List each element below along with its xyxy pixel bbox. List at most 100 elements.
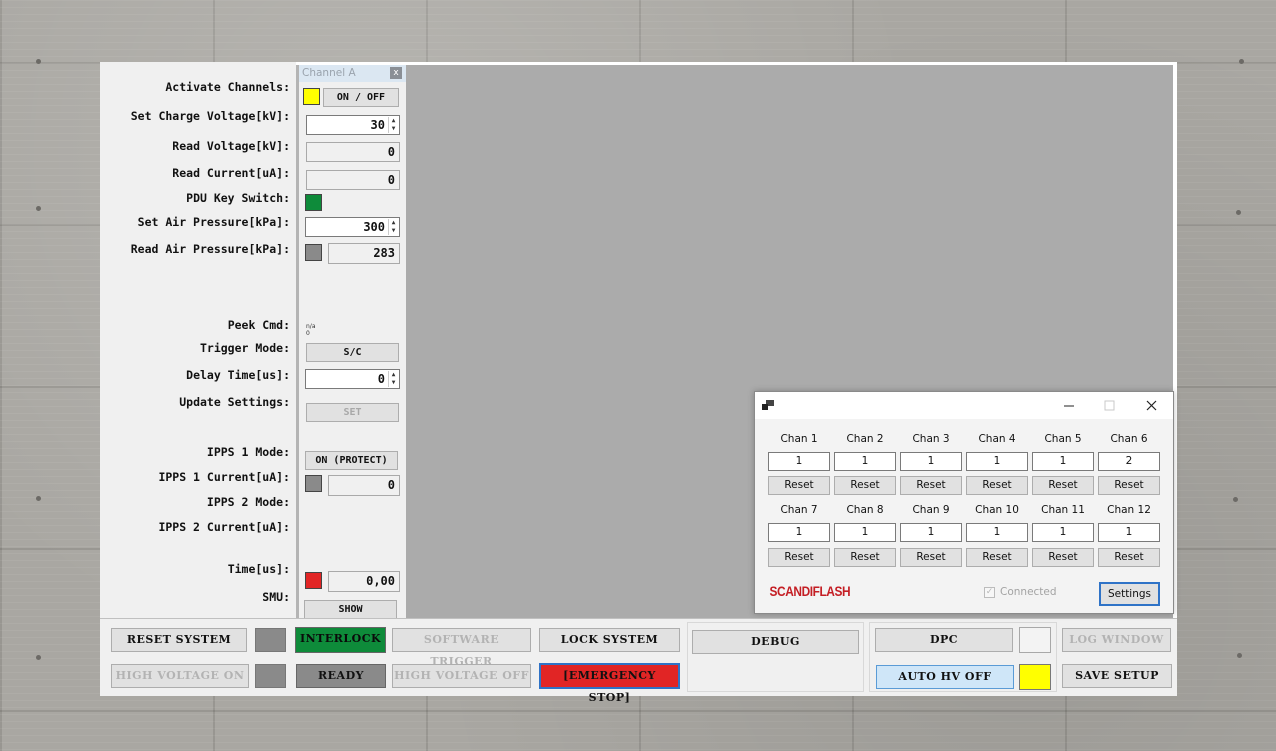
chan-counter-field[interactable]: 1 <box>834 523 896 542</box>
label-delay-time: Delay Time[us]: <box>186 368 290 382</box>
set-button[interactable]: SET <box>306 403 399 422</box>
label-smu: SMU: <box>262 590 290 604</box>
chan-counter-field[interactable]: 1 <box>966 523 1028 542</box>
chan-counter-field[interactable]: 1 <box>1032 523 1094 542</box>
on-off-button[interactable]: ON / OFF <box>323 88 399 107</box>
channel-active-indicator <box>303 88 320 105</box>
close-icon[interactable]: x <box>390 67 402 79</box>
reset-system-button[interactable]: RESET SYSTEM <box>111 628 247 652</box>
chan-counter-field[interactable]: 1 <box>900 452 962 471</box>
dialog-titlebar <box>755 392 1173 419</box>
label-column: Activate Channels: Set Charge Voltage[kV… <box>100 62 296 618</box>
set-air-pressure-input[interactable]: 300 ▲ ▼ <box>305 217 400 237</box>
chan-reset-button[interactable]: Reset <box>1032 476 1094 495</box>
settings-button[interactable]: Settings <box>1099 582 1160 606</box>
chan-label: Chan 8 <box>846 504 884 516</box>
chan-label: Chan 6 <box>1110 433 1148 445</box>
chan-reset-button[interactable]: Reset <box>900 548 962 567</box>
wall-bolt <box>1237 653 1242 658</box>
chan-label: Chan 5 <box>1044 433 1082 445</box>
emergency-stop-button[interactable]: [EMERGENCY STOP] <box>539 663 680 704</box>
delay-time-input[interactable]: 0 ▲ ▼ <box>305 369 400 389</box>
chan-reset-button[interactable]: Reset <box>1032 548 1094 567</box>
ipps1-mode-button[interactable]: ON (PROTECT) <box>305 451 398 470</box>
channel-a-title: Channel A <box>302 67 356 79</box>
read-air-pressure-field: 283 <box>328 243 400 264</box>
label-ipps2-current: IPPS 2 Current[uA]: <box>158 520 290 534</box>
ipps1-current-indicator <box>305 475 322 492</box>
debug-button[interactable]: DEBUG <box>692 630 859 654</box>
chan-reset-button[interactable]: Reset <box>768 476 830 495</box>
chan-reset-button[interactable]: Reset <box>900 476 962 495</box>
wall-bolt <box>1239 59 1244 64</box>
spinner-arrows-icon[interactable]: ▲ ▼ <box>388 371 398 387</box>
label-ipps2-mode: IPPS 2 Mode: <box>206 495 290 509</box>
software-trigger-button[interactable]: SOFTWARE TRIGGER <box>392 628 531 668</box>
chan-reset-button[interactable]: Reset <box>966 476 1028 495</box>
ready-button[interactable]: READY <box>296 664 386 688</box>
minimize-icon[interactable] <box>1063 401 1075 411</box>
maximize-icon[interactable] <box>1104 400 1115 411</box>
chan-reset-button[interactable]: Reset <box>768 548 830 567</box>
app-icon <box>762 400 774 410</box>
chan-counter-field[interactable]: 1 <box>1098 523 1160 542</box>
log-window-button[interactable]: LOG WINDOW <box>1062 628 1171 652</box>
spinner-arrows-icon[interactable]: ▲ ▼ <box>388 117 398 133</box>
delay-time-value: 0 <box>377 372 385 386</box>
chan-counter-field[interactable]: 2 <box>1098 452 1160 471</box>
pdu-key-switch-indicator <box>305 194 322 211</box>
chan-label: Chan 7 <box>780 504 818 516</box>
time-indicator <box>305 572 322 589</box>
label-set-charge-voltage: Set Charge Voltage[kV]: <box>130 109 290 123</box>
wall-bolt <box>36 206 41 211</box>
chan-counter-field[interactable]: 1 <box>834 452 896 471</box>
chan-counter-field[interactable]: 1 <box>1032 452 1094 471</box>
dpc-button[interactable]: DPC <box>875 628 1013 652</box>
auto-hv-off-button[interactable]: AUTO HV OFF <box>876 665 1014 689</box>
auto-hv-off-indicator <box>1019 664 1051 690</box>
high-voltage-indicator <box>255 664 286 688</box>
chan-reset-button[interactable]: Reset <box>834 548 896 567</box>
chan-reset-button[interactable]: Reset <box>834 476 896 495</box>
chan-reset-button[interactable]: Reset <box>1098 476 1160 495</box>
save-setup-button[interactable]: SAVE SETUP <box>1062 664 1172 688</box>
chan-label: Chan 4 <box>978 433 1016 445</box>
label-update-settings: Update Settings: <box>179 395 290 409</box>
chan-label: Chan 2 <box>846 433 884 445</box>
ipps1-current-field: 0 <box>328 475 400 496</box>
wall-bolt <box>36 655 41 660</box>
high-voltage-on-button[interactable]: HIGH VOLTAGE ON <box>111 664 249 688</box>
label-time: Time[us]: <box>227 562 290 576</box>
chan-reset-button[interactable]: Reset <box>1098 548 1160 567</box>
reset-system-indicator <box>255 628 286 652</box>
wall-bolt <box>1233 497 1238 502</box>
wall-bolt <box>36 496 41 501</box>
wall-bolt <box>1236 210 1241 215</box>
read-current-field: 0 <box>306 170 400 190</box>
chan-counter-field[interactable]: 1 <box>768 523 830 542</box>
spinner-arrows-icon[interactable]: ▲ ▼ <box>388 219 398 235</box>
chan-counter-field[interactable]: 1 <box>966 452 1028 471</box>
trigger-mode-button[interactable]: S/C <box>306 343 399 362</box>
set-charge-voltage-input[interactable]: 30 ▲ ▼ <box>306 115 400 135</box>
chan-reset-button[interactable]: Reset <box>966 548 1028 567</box>
interlock-button[interactable]: INTERLOCK <box>295 627 386 653</box>
label-ipps1-mode: IPPS 1 Mode: <box>206 445 290 459</box>
air-pressure-indicator <box>305 244 322 261</box>
bottom-toolbar: RESET SYSTEM INTERLOCK SOFTWARE TRIGGER … <box>100 618 1177 704</box>
connected-label: Connected <box>1000 586 1057 598</box>
label-read-current: Read Current[uA]: <box>172 166 290 180</box>
label-activate-channels: Activate Channels: <box>165 80 290 94</box>
chan-counter-field[interactable]: 1 <box>768 452 830 471</box>
high-voltage-off-button[interactable]: HIGH VOLTAGE OFF <box>392 664 531 688</box>
close-icon[interactable] <box>1146 400 1157 411</box>
time-field: 0,00 <box>328 571 400 592</box>
lock-system-button[interactable]: LOCK SYSTEM <box>539 628 680 652</box>
label-pdu-key-switch: PDU Key Switch: <box>186 191 290 205</box>
chan-label: Chan 1 <box>780 433 818 445</box>
dpc-indicator <box>1019 627 1051 653</box>
smu-show-button[interactable]: SHOW <box>304 600 397 619</box>
set-air-pressure-value: 300 <box>363 220 385 234</box>
chan-counter-field[interactable]: 1 <box>900 523 962 542</box>
read-voltage-field: 0 <box>306 142 400 162</box>
